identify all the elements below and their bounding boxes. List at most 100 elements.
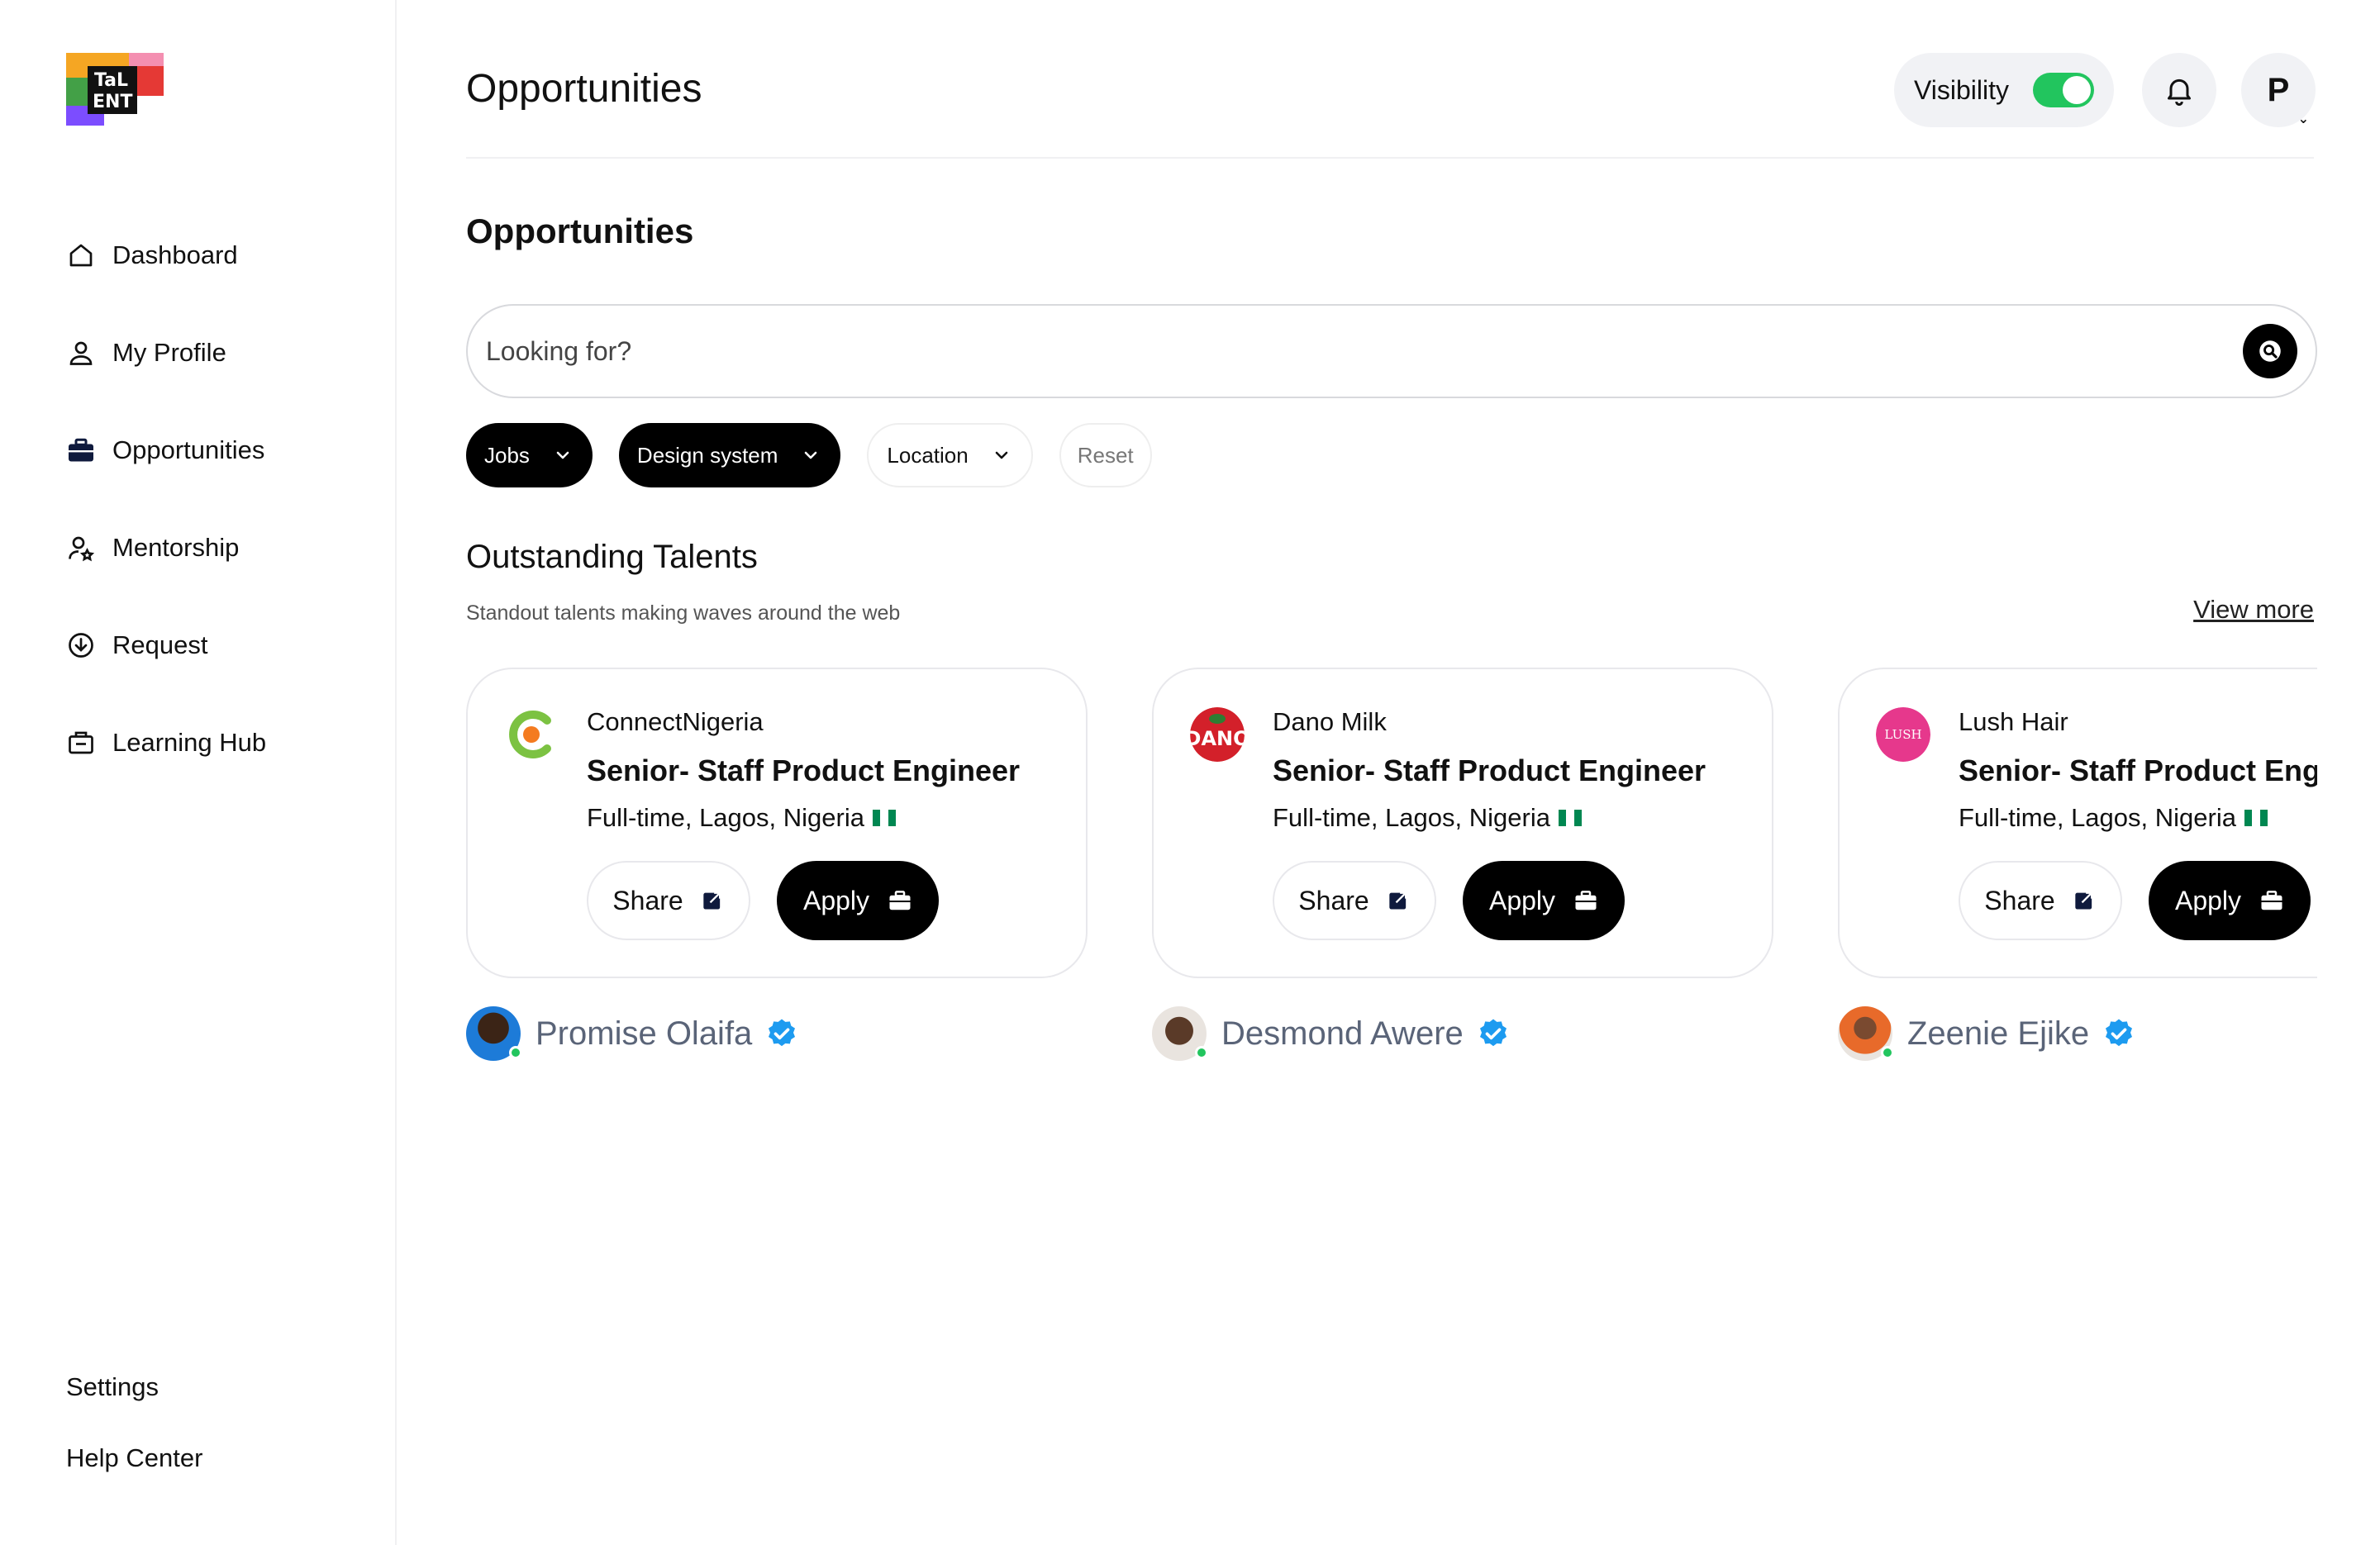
sidebar-item-my-profile[interactable]: My Profile <box>66 304 266 402</box>
main-content: Opportunities Visibility P ⌄ Opportuniti… <box>466 0 2317 1061</box>
avatar-initial: P <box>2267 71 2290 108</box>
learning-icon <box>69 731 93 754</box>
settings-link[interactable]: Settings <box>66 1367 202 1438</box>
nigeria-flag-icon <box>2244 810 2268 826</box>
user-menu-button[interactable]: P ⌄ <box>2241 53 2316 127</box>
reset-filters-button[interactable]: Reset <box>1059 423 1152 487</box>
view-more-link[interactable]: View more <box>2193 595 2314 625</box>
search-input[interactable] <box>486 335 2056 367</box>
online-status-dot <box>1195 1046 1208 1059</box>
talent-name: Promise Olaifa <box>536 1015 753 1052</box>
filter-jobs[interactable]: Jobs <box>466 423 593 487</box>
talents-title: Outstanding Talents <box>466 539 758 575</box>
mentorship-icon <box>69 536 95 562</box>
job-role: Senior- Staff Product Engineer <box>1273 753 1706 787</box>
chevron-down-icon: ⌄ <box>2297 112 2309 126</box>
svg-text:LUSH: LUSH <box>1884 727 1921 742</box>
visibility-toggle-group[interactable]: Visibility <box>1894 53 2114 127</box>
svg-text:TaL: TaL <box>94 70 128 91</box>
online-status-dot <box>509 1046 522 1059</box>
talents-subtitle: Standout talents making waves around the… <box>466 601 901 625</box>
share-icon <box>2075 891 2093 910</box>
avatar <box>1152 1006 1208 1061</box>
job-card[interactable]: LUSH Lush Hair Senior- Staff Product Eng… <box>1838 668 2317 978</box>
notifications-button[interactable] <box>2142 53 2216 127</box>
filter-design-system[interactable]: Design system <box>618 423 841 487</box>
sidebar-nav: Dashboard My Profile Opportunities Mento… <box>66 207 266 792</box>
connectnigeria-logo <box>509 711 551 758</box>
share-label: Share <box>1984 885 2055 915</box>
top-bar: Opportunities Visibility P ⌄ <box>466 0 2316 159</box>
sidebar-item-mentorship[interactable]: Mentorship <box>66 499 266 597</box>
talent-card-column: ConnectNigeria Senior- Staff Product Eng… <box>466 668 1088 1061</box>
search-icon <box>2259 340 2281 362</box>
talent-card-column: LUSH Lush Hair Senior- Staff Product Eng… <box>1838 668 2317 1061</box>
sidebar-item-opportunities[interactable]: Opportunities <box>66 402 266 499</box>
filter-label: Location <box>887 442 969 468</box>
sidebar-item-dashboard[interactable]: Dashboard <box>66 207 266 304</box>
apply-label: Apply <box>802 885 870 915</box>
share-icon <box>703 891 721 910</box>
talent-profile[interactable]: Desmond Awere <box>1152 1006 1510 1061</box>
share-label: Share <box>612 885 683 915</box>
sidebar-item-label: Dashboard <box>112 240 238 269</box>
job-meta: Full-time, Lagos, Nigeria <box>1959 803 2268 833</box>
help-center-link[interactable]: Help Center <box>66 1438 202 1509</box>
home-icon <box>69 244 93 267</box>
sidebar-item-learning-hub[interactable]: Learning Hub <box>66 694 266 792</box>
share-button[interactable]: Share <box>1959 861 2122 940</box>
filter-label: Jobs <box>484 442 530 468</box>
job-card[interactable]: ConnectNigeria Senior- Staff Product Eng… <box>466 668 1088 978</box>
talent-profile[interactable]: Promise Olaifa <box>466 1006 798 1061</box>
visibility-toggle[interactable] <box>2033 73 2094 107</box>
company-name: Dano Milk <box>1273 707 1387 736</box>
job-meta-text: Full-time, Lagos, Nigeria <box>1959 803 2236 832</box>
share-button[interactable]: Share <box>587 861 750 940</box>
apply-label: Apply <box>2174 885 2242 915</box>
talent-card-column: DANO Dano Milk Senior- Staff Product Eng… <box>1152 668 1773 1061</box>
chevron-down-icon <box>995 451 1008 459</box>
visibility-label: Visibility <box>1914 74 2009 105</box>
briefcase-icon <box>1575 891 1597 910</box>
company-name: Lush Hair <box>1959 707 2068 736</box>
job-meta-text: Full-time, Lagos, Nigeria <box>1273 803 1550 832</box>
search-button[interactable] <box>2243 324 2297 378</box>
svg-text:DANO: DANO <box>1190 727 1245 750</box>
sidebar-item-label: Learning Hub <box>112 728 267 757</box>
company-name: ConnectNigeria <box>587 707 764 736</box>
chevron-down-icon <box>556 451 569 459</box>
filter-location[interactable]: Location <box>867 423 1033 487</box>
sidebar-bottom-links: Settings Help Center <box>66 1367 202 1509</box>
filter-bar: Jobs Design system Location Reset <box>466 423 1152 487</box>
job-role: Senior- Staff Product Engineer <box>1959 753 2317 787</box>
avatar <box>466 1006 522 1061</box>
chevron-down-icon <box>805 451 817 459</box>
sidebar: TaL ENT Dashboard My Profile Opportuniti… <box>0 0 397 1545</box>
lush-hair-logo: LUSH <box>1876 707 1930 762</box>
nigeria-flag-icon <box>1558 810 1582 826</box>
job-meta: Full-time, Lagos, Nigeria <box>587 803 896 833</box>
talent-profile[interactable]: Zeenie Ejike <box>1838 1006 2135 1061</box>
apply-button[interactable]: Apply <box>2149 861 2311 940</box>
user-icon <box>69 341 93 365</box>
apply-button[interactable]: Apply <box>1463 861 1625 940</box>
sidebar-item-request[interactable]: Request <box>66 597 266 694</box>
verified-badge-icon <box>1479 1019 1507 1047</box>
verified-badge-icon <box>2106 1019 2133 1047</box>
page-title: Opportunities <box>466 67 702 111</box>
share-label: Share <box>1298 885 1369 915</box>
job-card[interactable]: DANO Dano Milk Senior- Staff Product Eng… <box>1152 668 1773 978</box>
dano-milk-logo: DANO <box>1190 707 1245 762</box>
talent-logo[interactable]: TaL ENT <box>66 53 164 126</box>
search-bar <box>466 304 2317 398</box>
sidebar-item-label: Request <box>112 630 208 659</box>
verified-badge-icon <box>769 1019 796 1047</box>
talent-name: Desmond Awere <box>1221 1015 1464 1052</box>
sidebar-item-label: My Profile <box>112 338 226 367</box>
svg-text:ENT: ENT <box>93 92 132 112</box>
nigeria-flag-icon <box>872 810 896 826</box>
job-meta: Full-time, Lagos, Nigeria <box>1273 803 1582 833</box>
apply-button[interactable]: Apply <box>777 861 939 940</box>
job-role: Senior- Staff Product Engineer <box>587 753 1021 787</box>
share-button[interactable]: Share <box>1273 861 1436 940</box>
